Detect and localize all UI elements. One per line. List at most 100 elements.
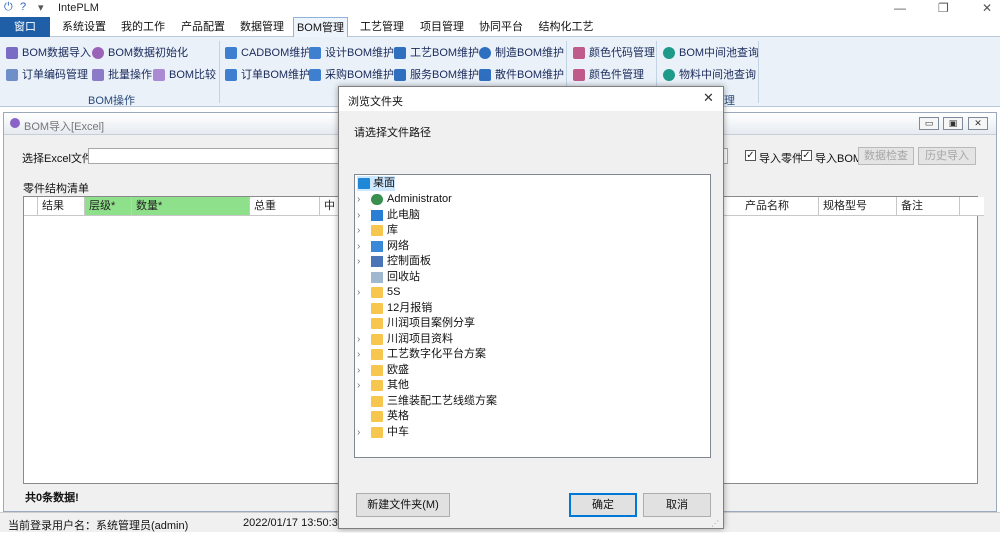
- import-parts-checkbox[interactable]: ✓: [745, 150, 756, 161]
- design-icon: [309, 47, 321, 59]
- import-bom-label: 导入BOM: [815, 153, 863, 165]
- menu-project-management[interactable]: 项目管理: [416, 17, 468, 37]
- help-icon[interactable]: ?: [20, 1, 26, 13]
- tree-node[interactable]: › 其他: [357, 378, 697, 393]
- process-bom-button[interactable]: 工艺BOM维护: [394, 44, 479, 62]
- network-icon: [371, 241, 383, 252]
- restore-icon[interactable]: ❐: [938, 1, 949, 15]
- data-check-button[interactable]: 数据检查: [858, 147, 914, 165]
- color-parts-button[interactable]: 颜色件管理: [573, 66, 644, 84]
- import-bom-checkbox[interactable]: ✓: [801, 150, 812, 161]
- tree-node[interactable]: › 中车: [357, 425, 697, 440]
- tree-node[interactable]: 回收站: [357, 270, 697, 285]
- mfg-bom-button[interactable]: 制造BOM维护: [479, 44, 564, 62]
- folder-icon: [371, 365, 383, 376]
- folder-icon: [371, 334, 383, 345]
- compare-icon: [153, 69, 165, 81]
- folder-icon: [371, 287, 383, 298]
- resize-grip-icon[interactable]: ⋰: [711, 519, 721, 528]
- dialog-close-icon[interactable]: ✕: [703, 90, 714, 106]
- tree-node[interactable]: 英格: [357, 409, 697, 424]
- tree-node[interactable]: 三维装配工艺线缆方案: [357, 394, 697, 409]
- batch-op-button[interactable]: 批量操作: [92, 66, 152, 84]
- color-parts-icon: [573, 69, 585, 81]
- minimize-icon[interactable]: —: [894, 1, 906, 15]
- menu-data-management[interactable]: 数据管理: [236, 17, 288, 37]
- design-bom-button[interactable]: 设计BOM维护: [309, 44, 394, 62]
- computer-icon: [371, 210, 383, 221]
- cad-bom-button[interactable]: CADBOM维护: [225, 44, 311, 62]
- col-result[interactable]: 结果: [38, 197, 85, 215]
- child-title: BOM导入[Excel]: [24, 121, 105, 133]
- tree-node-desktop[interactable]: 桌面: [357, 176, 395, 191]
- col-total-weight[interactable]: 总重: [250, 197, 320, 215]
- close-icon[interactable]: ✕: [982, 1, 992, 15]
- purchase-icon: [309, 69, 321, 81]
- import-parts-label: 导入零件: [759, 153, 803, 165]
- purchase-bom-button[interactable]: 采购BOM维护: [309, 66, 394, 84]
- title-bar: ⏻ ? ▾ IntePLM — ❐ ✕: [0, 0, 1000, 17]
- menu-collaboration[interactable]: 协同平台: [475, 17, 527, 37]
- color-code-button[interactable]: 颜色代码管理: [573, 44, 655, 62]
- col-product-name[interactable]: 产品名称: [741, 197, 819, 215]
- menu-my-work[interactable]: 我的工作: [117, 17, 169, 37]
- service-icon: [394, 69, 406, 81]
- tree-node[interactable]: › 控制面板: [357, 254, 697, 269]
- child-restore-icon[interactable]: ▣: [943, 117, 963, 130]
- col-spec[interactable]: 规格型号: [819, 197, 897, 215]
- new-folder-button[interactable]: 新建文件夹(M): [356, 493, 450, 517]
- pool-icon: [663, 47, 675, 59]
- bom-init-button[interactable]: BOM数据初始化: [92, 44, 188, 62]
- col-quantity[interactable]: 数量*: [132, 197, 250, 215]
- menu-bar: 窗口 系统设置 我的工作 产品配置 数据管理 BOM管理 工艺管理 项目管理 协…: [0, 17, 1000, 38]
- tree-node[interactable]: › 欧盛: [357, 363, 697, 378]
- menu-bom-management[interactable]: BOM管理: [293, 17, 348, 38]
- quick-access-dropdown-icon[interactable]: ▾: [38, 1, 44, 14]
- library-icon: [371, 225, 383, 236]
- tree-node[interactable]: 12月报销: [357, 301, 697, 316]
- folder-icon: [371, 411, 383, 422]
- tree-node[interactable]: › 网络: [357, 239, 697, 254]
- bom-compare-button[interactable]: BOM比较: [153, 66, 216, 84]
- col-level[interactable]: 层级*: [85, 197, 132, 215]
- service-bom-button[interactable]: 服务BOM维护: [394, 66, 479, 84]
- cancel-button[interactable]: 取消: [643, 493, 711, 517]
- col-remark[interactable]: 备注: [897, 197, 960, 215]
- menu-system-settings[interactable]: 系统设置: [58, 17, 110, 37]
- order-bom-button[interactable]: 订单BOM维护: [225, 66, 310, 84]
- group-label-pool: 理: [724, 95, 735, 107]
- bom-pool-query-button[interactable]: BOM中间池查询: [663, 44, 759, 62]
- tree-node[interactable]: › 5S: [357, 285, 697, 300]
- cad-icon: [225, 47, 237, 59]
- current-user: 当前登录用户名：系统管理员(admin): [8, 520, 189, 532]
- ok-button[interactable]: 确定: [569, 493, 637, 517]
- tree-node[interactable]: › 此电脑: [357, 208, 697, 223]
- bom-import-button[interactable]: BOM数据导入: [6, 44, 91, 62]
- app-icon: [10, 118, 20, 128]
- child-minimize-icon[interactable]: ▭: [919, 117, 939, 130]
- tree-node[interactable]: › 工艺数字化平台方案: [357, 347, 697, 362]
- tree-node[interactable]: › 库: [357, 223, 697, 238]
- group-label-bom-ops: BOM操作: [88, 95, 136, 107]
- menu-window[interactable]: 窗口: [0, 17, 50, 37]
- col-chinese[interactable]: 中文: [320, 197, 340, 215]
- folder-tree[interactable]: 桌面 › Administrator › 此电脑 › 库 › 网络 › 控制面板 回收站 …: [354, 174, 711, 458]
- tree-node[interactable]: › Administrator: [357, 192, 697, 207]
- parts-bom-button[interactable]: 散件BOM维护: [479, 66, 564, 84]
- order-code-button[interactable]: 订单编码管理: [6, 66, 88, 84]
- power-icon[interactable]: ⏻: [4, 1, 13, 14]
- history-import-button[interactable]: 历史导入: [918, 147, 976, 165]
- menu-process-management[interactable]: 工艺管理: [356, 17, 408, 37]
- tree-node[interactable]: › 川润项目资料: [357, 332, 697, 347]
- tree-node[interactable]: 川润项目案例分享: [357, 316, 697, 331]
- material-pool-query-button[interactable]: 物料中间池查询: [663, 66, 756, 84]
- browse-folder-dialog: 浏览文件夹 ✕ 请选择文件路径 桌面 › Administrator › 此电脑 ›…: [338, 86, 724, 529]
- menu-structured-process[interactable]: 结构化工艺: [534, 17, 598, 37]
- code-icon: [6, 69, 18, 81]
- menu-product-config[interactable]: 产品配置: [177, 17, 229, 37]
- section-title: 零件结构清单: [23, 183, 89, 195]
- child-close-icon[interactable]: ✕: [968, 117, 988, 130]
- dialog-prompt: 请选择文件路径: [354, 127, 431, 139]
- folder-icon: [371, 380, 383, 391]
- material-icon: [663, 69, 675, 81]
